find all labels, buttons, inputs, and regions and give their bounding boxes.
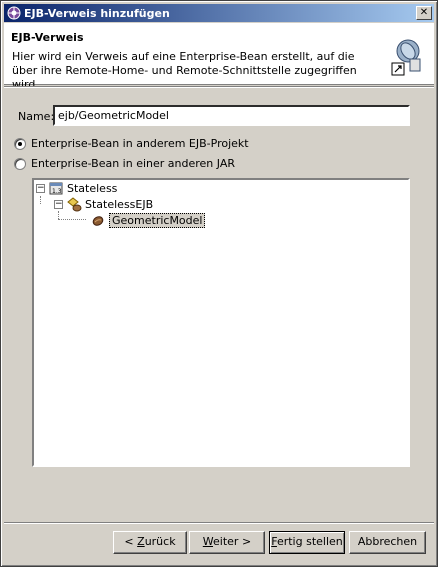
tree-node-statelessejb[interactable]: − StatelessEJB bbox=[54, 196, 153, 212]
close-button[interactable]: ✕ bbox=[416, 6, 432, 20]
bean-tree[interactable]: − 1.3 Stateless − StatelessEJB Geometric… bbox=[32, 178, 410, 467]
back-label: urück bbox=[144, 535, 176, 548]
radio-option-other-jar[interactable]: Enterprise-Bean in einer anderen JAR bbox=[14, 157, 235, 170]
close-icon: ✕ bbox=[419, 7, 429, 18]
cancel-label: Abbrechen bbox=[357, 535, 418, 548]
tree-node-label-selected: GeometricModel bbox=[109, 212, 206, 228]
bean-icon bbox=[92, 216, 104, 226]
next-button[interactable]: Weiter > bbox=[189, 531, 265, 554]
finish-button[interactable]: Fertig stellen bbox=[269, 531, 345, 554]
svg-text:1.3: 1.3 bbox=[52, 188, 62, 195]
tree-connector bbox=[58, 211, 59, 219]
name-label: Name: bbox=[18, 110, 55, 123]
back-button[interactable]: < Zurück bbox=[113, 531, 187, 554]
next-mnemonic: W bbox=[202, 535, 214, 548]
app-icon bbox=[7, 6, 21, 20]
button-separator bbox=[4, 522, 434, 524]
back-prefix: < bbox=[124, 535, 138, 548]
radio-button-checked[interactable] bbox=[14, 137, 26, 150]
tree-node-label: StatelessEJB bbox=[85, 197, 154, 211]
name-input[interactable] bbox=[53, 105, 410, 126]
radio-option-ejb-project[interactable]: Enterprise-Bean in anderem EJB-Projekt bbox=[14, 137, 249, 150]
collapse-icon[interactable]: − bbox=[54, 199, 63, 209]
window-title: EJB-Verweis hinzufügen bbox=[24, 6, 170, 20]
back-mnemonic: Z bbox=[137, 535, 145, 548]
dialog-window: EJB-Verweis hinzufügen ✕ EJB-Verweis Hie… bbox=[0, 0, 438, 567]
ejb-project-icon: 1.3 bbox=[49, 182, 63, 195]
tree-connector bbox=[58, 219, 86, 220]
cancel-button[interactable]: Abbrechen bbox=[349, 531, 426, 554]
banner-title: EJB-Verweis bbox=[11, 31, 84, 44]
title-bar[interactable]: EJB-Verweis hinzufügen ✕ bbox=[4, 4, 434, 22]
next-suffix: > bbox=[238, 535, 252, 548]
radio-label: Enterprise-Bean in anderem EJB-Projekt bbox=[31, 137, 249, 150]
radio-label: Enterprise-Bean in einer anderen JAR bbox=[31, 157, 235, 170]
wizard-banner: EJB-Verweis Hier wird ein Verweis auf ei… bbox=[4, 23, 434, 91]
tree-node-geometricmodel[interactable]: GeometricModel bbox=[90, 212, 206, 228]
finish-label: ertig stellen bbox=[276, 535, 343, 548]
next-label: eiter bbox=[213, 535, 239, 548]
tree-connector bbox=[40, 196, 41, 204]
banner-separator bbox=[4, 86, 434, 88]
radio-button[interactable] bbox=[14, 157, 26, 170]
collapse-icon[interactable]: − bbox=[36, 183, 45, 193]
tree-node-stateless[interactable]: − 1.3 Stateless bbox=[36, 180, 117, 196]
ejb-wizard-icon bbox=[391, 39, 421, 76]
ejb-module-icon bbox=[67, 197, 82, 212]
tree-node-label: Stateless bbox=[67, 181, 118, 195]
